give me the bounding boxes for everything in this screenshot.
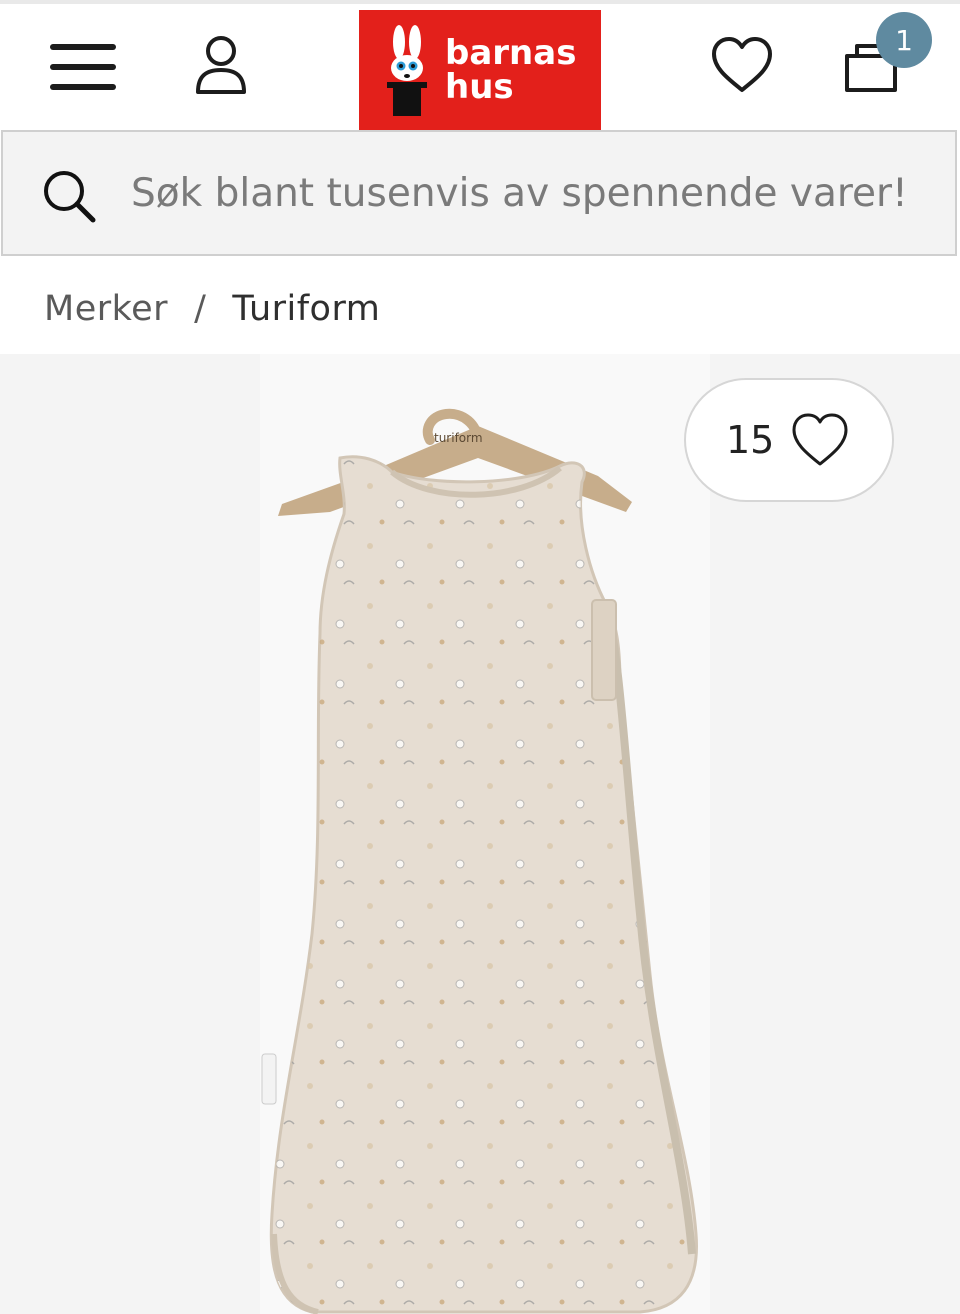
hanger-label: turiform bbox=[434, 431, 483, 445]
favorite-count: 15 bbox=[726, 418, 775, 462]
user-icon bbox=[196, 36, 246, 94]
search-icon[interactable] bbox=[39, 166, 99, 226]
hamburger-menu-icon bbox=[50, 44, 116, 90]
favorite-button[interactable]: 15 bbox=[684, 378, 894, 502]
search-bar[interactable] bbox=[1, 130, 957, 256]
heart-outline-icon bbox=[792, 413, 848, 466]
rabbit-in-hat-icon bbox=[387, 25, 427, 116]
logo-text: barnas hus bbox=[445, 36, 576, 104]
logo-line-1: barnas bbox=[445, 33, 577, 73]
brand-logo[interactable]: barnas hus bbox=[359, 10, 601, 132]
menu-button[interactable] bbox=[40, 32, 126, 102]
cart-count-badge: 1 bbox=[876, 12, 932, 68]
breadcrumb-separator: / bbox=[194, 289, 207, 329]
breadcrumb-current: Turiform bbox=[232, 289, 381, 329]
breadcrumb: Merker / Turiform bbox=[44, 284, 380, 334]
logo-line-2: hus bbox=[445, 67, 514, 107]
wishlist-button[interactable] bbox=[700, 26, 784, 104]
search-input[interactable] bbox=[131, 162, 941, 224]
account-button[interactable] bbox=[186, 26, 256, 104]
breadcrumb-link-brands[interactable]: Merker bbox=[44, 289, 168, 329]
heart-icon bbox=[712, 37, 772, 92]
site-header: barnas hus bbox=[0, 4, 960, 132]
